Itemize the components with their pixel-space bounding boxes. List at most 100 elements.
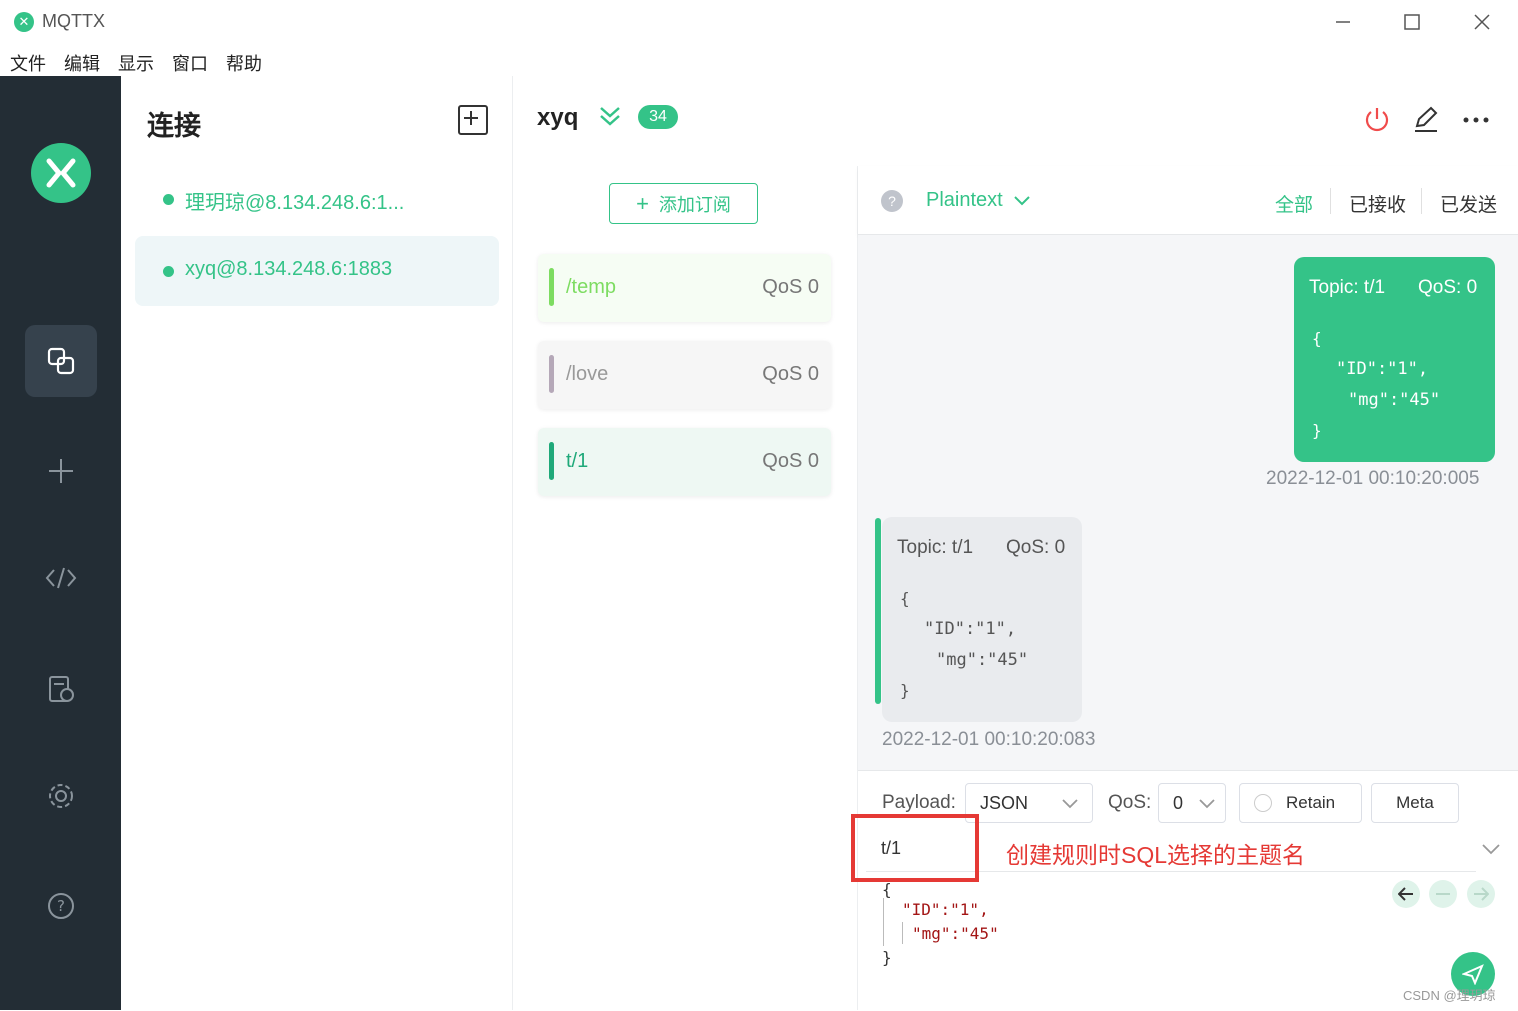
- message-timestamp: 2022-12-01 00:10:20:083: [882, 729, 1096, 750]
- payload-label: Payload:: [882, 792, 956, 813]
- subscription-topic: /love: [566, 363, 609, 385]
- meta-label: Meta: [1396, 793, 1434, 812]
- sent-message-bubble[interactable]: Topic: t/1 QoS: 0 { "ID":"1", "mg":"45" …: [1294, 257, 1495, 462]
- minimize-icon[interactable]: [1313, 6, 1373, 38]
- editor-line: }: [882, 948, 892, 967]
- editor-line: {: [882, 880, 892, 899]
- app-logo-icon: ✕: [14, 12, 34, 32]
- payload-line: }: [900, 681, 910, 700]
- connection-item[interactable]: 理玥琼@8.134.248.6:1...: [135, 164, 499, 234]
- connection-label: 理玥琼@8.134.248.6:1...: [185, 192, 405, 214]
- status-dot: [163, 194, 174, 205]
- plus-icon: +: [636, 190, 649, 216]
- subscription-color-bar: [549, 442, 554, 480]
- payload-line: "ID":"1",: [924, 619, 1017, 639]
- payload-line: {: [1312, 329, 1322, 348]
- subscription-topic: t/1: [566, 450, 589, 472]
- received-indicator-bar: [875, 518, 881, 704]
- svg-text:?: ?: [57, 897, 65, 915]
- subscription-color-bar: [549, 268, 554, 306]
- filter-received-tab[interactable]: 已接收: [1349, 190, 1406, 217]
- qos-select[interactable]: 0: [1158, 783, 1226, 823]
- menu-window[interactable]: 窗口: [162, 44, 208, 76]
- payload-format-select[interactable]: JSON: [965, 783, 1093, 823]
- connection-name: xyq: [537, 104, 579, 131]
- connection-label: xyq@8.134.248.6:1883: [185, 258, 393, 280]
- payload-line: {: [900, 589, 910, 608]
- history-forward-icon[interactable]: [1467, 880, 1495, 908]
- indent-guide: [883, 898, 884, 946]
- payload-editor[interactable]: { "ID":"1", "mg":"45" }: [866, 880, 1406, 990]
- new-connection-nav-icon[interactable]: [25, 435, 97, 507]
- meta-button[interactable]: Meta: [1371, 783, 1459, 823]
- subscription-item[interactable]: t/1 QoS 0: [538, 428, 831, 496]
- subscription-qos: QoS 0: [762, 276, 819, 298]
- qos-label: QoS:: [1108, 792, 1152, 813]
- maximize-icon[interactable]: [1382, 6, 1442, 38]
- chevron-down-icon: [1199, 793, 1215, 814]
- script-nav-icon[interactable]: [25, 542, 97, 614]
- watermark: CSDN @理玥琼: [1403, 988, 1496, 1003]
- format-select[interactable]: Plaintext: [926, 189, 1030, 212]
- more-options-icon[interactable]: [1462, 112, 1490, 130]
- editor-line: "mg":"45": [912, 924, 999, 943]
- status-dot: [163, 266, 174, 277]
- message-timestamp: 2022-12-01 00:10:20:005: [1266, 468, 1480, 489]
- annotation-highlight-box: [851, 814, 979, 882]
- divider: [1330, 188, 1331, 214]
- mqttx-logo-icon: [31, 143, 91, 203]
- edit-pencil-icon[interactable]: [1412, 105, 1440, 138]
- chevron-down-icon: [1062, 793, 1078, 814]
- settings-nav-icon[interactable]: [25, 760, 97, 832]
- subscription-item[interactable]: /love QoS 0: [538, 341, 831, 409]
- expand-chevron-icon[interactable]: [1482, 843, 1500, 861]
- disconnect-power-icon[interactable]: [1363, 105, 1391, 138]
- collapse-chevron-icon[interactable]: [598, 105, 622, 132]
- format-label: Plaintext: [926, 189, 1003, 211]
- connection-item-selected[interactable]: xyq@8.134.248.6:1883: [135, 236, 499, 306]
- connections-nav-icon[interactable]: [25, 325, 97, 397]
- window-title: MQTTX: [42, 11, 105, 31]
- menu-help[interactable]: 帮助: [216, 44, 262, 76]
- retain-label: Retain: [1286, 793, 1336, 812]
- menu-view[interactable]: 显示: [108, 44, 154, 76]
- message-count-badge: 34: [638, 105, 678, 129]
- log-nav-icon[interactable]: [25, 653, 97, 725]
- annotation-text: 创建规则时SQL选择的主题名: [1006, 842, 1306, 868]
- close-icon[interactable]: [1452, 6, 1512, 38]
- menu-file[interactable]: 文件: [0, 44, 46, 76]
- connections-title: 连接: [147, 111, 201, 141]
- received-message-bubble[interactable]: Topic: t/1 QoS: 0 { "ID":"1", "mg":"45" …: [882, 517, 1082, 722]
- subscription-qos: QoS 0: [762, 450, 819, 472]
- payload-line: "mg":"45": [936, 650, 1029, 670]
- retain-checkbox[interactable]: Retain: [1239, 783, 1362, 823]
- message-qos: QoS: 0: [1006, 537, 1066, 558]
- indent-guide: [902, 922, 903, 944]
- history-clear-icon[interactable]: [1429, 880, 1457, 908]
- help-nav-icon[interactable]: ?: [25, 870, 97, 942]
- add-subscription-label: 添加订阅: [658, 194, 731, 215]
- filter-all-tab[interactable]: 全部: [1275, 190, 1313, 217]
- title-bar: [0, 0, 1518, 45]
- qos-value: 0: [1173, 792, 1184, 813]
- message-qos: QoS: 0: [1418, 277, 1478, 298]
- menu-bar: 文件 编辑 显示 窗口 帮助: [0, 44, 1518, 76]
- add-connection-icon[interactable]: [458, 105, 488, 135]
- divider: [1421, 188, 1422, 214]
- payload-format-value: JSON: [980, 792, 1029, 813]
- history-back-icon[interactable]: [1392, 880, 1420, 908]
- message-topic: Topic: t/1: [1309, 277, 1386, 298]
- subscription-topic: /temp: [566, 276, 617, 298]
- subscription-color-bar: [549, 355, 554, 393]
- add-subscription-button[interactable]: + 添加订阅: [609, 183, 758, 224]
- subscription-item[interactable]: /temp QoS 0: [538, 254, 831, 322]
- payload-line: "ID":"1",: [1336, 359, 1429, 379]
- editor-line: "ID":"1",: [902, 900, 989, 919]
- subscription-qos: QoS 0: [762, 363, 819, 385]
- menu-edit[interactable]: 编辑: [54, 44, 100, 76]
- message-topic: Topic: t/1: [897, 537, 974, 558]
- help-icon[interactable]: ?: [881, 190, 903, 212]
- filter-sent-tab[interactable]: 已发送: [1440, 190, 1497, 217]
- radio-circle-icon: [1254, 794, 1272, 812]
- chevron-down-icon: [1014, 189, 1030, 212]
